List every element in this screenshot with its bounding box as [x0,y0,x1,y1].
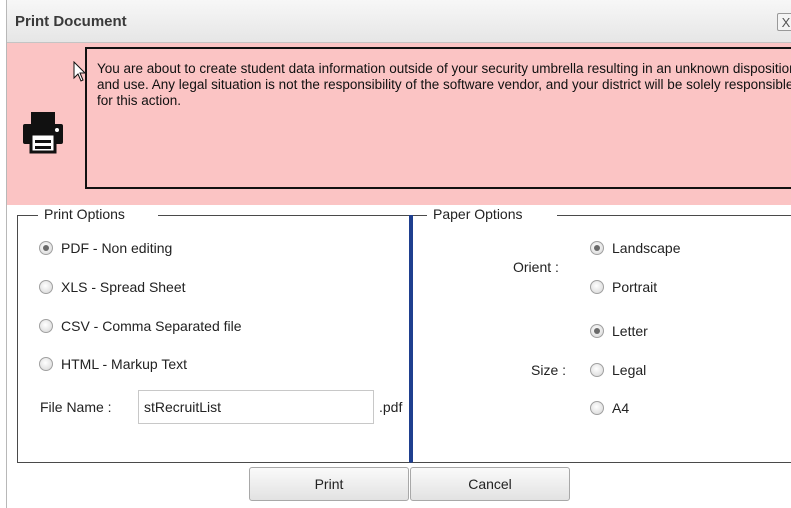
print-document-dialog: Print Document X You are about to create… [6,0,791,508]
legal-radio[interactable] [590,363,604,377]
size-label: Size : [531,362,567,378]
dialog-titlebar[interactable]: Print Document X [7,0,791,43]
pdf-radio[interactable] [39,241,53,255]
warning-area: You are about to create student data inf… [7,43,791,205]
landscape-option-label[interactable]: Landscape [612,240,681,256]
a4-option-label[interactable]: A4 [612,400,629,416]
csv-radio[interactable] [39,319,53,333]
letter-radio[interactable] [590,324,604,338]
legal-option-label[interactable]: Legal [612,362,646,378]
file-extension: .pdf [379,399,403,415]
paper-options-legend: Paper Options [429,206,527,222]
landscape-radio[interactable] [590,241,604,255]
cancel-button[interactable]: Cancel [410,467,570,501]
file-name-input[interactable] [138,390,374,424]
a4-radio[interactable] [590,401,604,415]
print-button[interactable]: Print [249,467,409,501]
orient-label: Orient : [513,259,559,275]
html-radio[interactable] [39,357,53,371]
warning-message-box: You are about to create student data inf… [85,47,791,189]
print-options-legend: Print Options [40,206,129,222]
xls-option-label[interactable]: XLS - Spread Sheet [61,279,186,295]
xls-radio[interactable] [39,280,53,294]
letter-option-label[interactable]: Letter [612,323,648,339]
warning-message: You are about to create student data inf… [97,61,791,108]
html-option-label[interactable]: HTML - Markup Text [61,356,187,372]
paper-options-group: Paper Options Orient : Landscape Portrai… [411,206,791,463]
portrait-option-label[interactable]: Portrait [612,279,657,295]
dialog-title: Print Document [15,13,127,30]
csv-option-label[interactable]: CSV - Comma Separated file [61,318,242,334]
pdf-option-label[interactable]: PDF - Non editing [61,240,172,256]
printer-icon [23,112,63,154]
close-icon[interactable]: X [777,13,791,31]
print-options-group: Print Options PDF - Non editing XLS - Sp… [17,206,411,463]
portrait-radio[interactable] [590,280,604,294]
file-name-label: File Name : [40,399,112,415]
